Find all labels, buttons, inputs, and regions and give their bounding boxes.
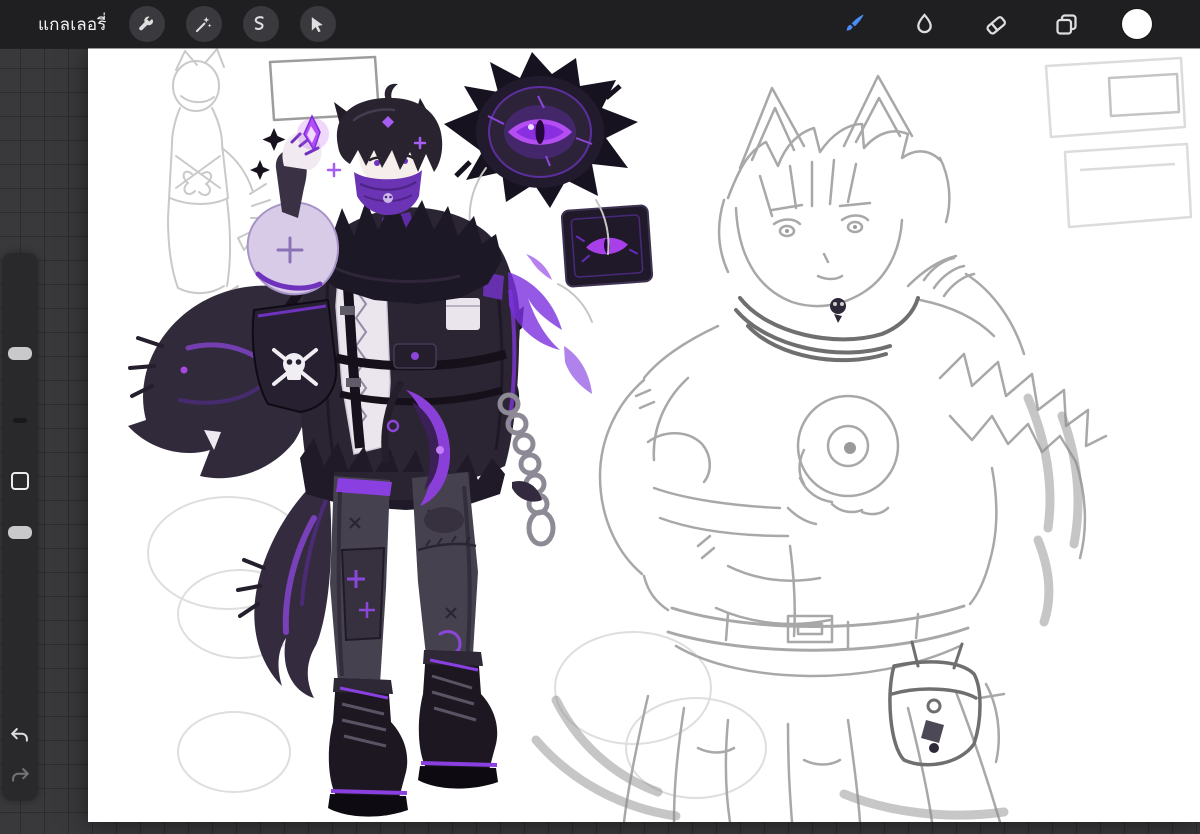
smudge-tool-button[interactable] [909, 9, 939, 39]
layers-button[interactable] [1051, 9, 1081, 39]
canvas-artwork [128, 48, 1193, 822]
procreate-app: แกลเลอรี่ [0, 0, 1200, 834]
paint-tool-button[interactable] [838, 9, 868, 39]
redo-button[interactable] [9, 765, 31, 787]
cursor-arrow-icon [311, 16, 323, 32]
magic-wand-icon [196, 16, 212, 32]
erase-tool-button[interactable] [980, 9, 1010, 39]
adjustments-button[interactable] [185, 6, 222, 42]
selection-s-icon [254, 15, 264, 30]
demon-eye-emblem [444, 52, 638, 208]
transform-button[interactable] [299, 6, 336, 42]
slider-dash [13, 418, 27, 423]
sketch-dark-details [830, 298, 944, 753]
brush-size-slider[interactable] [8, 347, 32, 360]
redo-arrow-icon [12, 768, 29, 782]
workspace-background [0, 0, 1200, 834]
undo-arrow-icon [11, 728, 28, 742]
layers-icon [1055, 13, 1077, 35]
side-toolbar [2, 253, 38, 801]
left-tool-group [128, 6, 336, 42]
canvas[interactable] [88, 48, 1200, 822]
rough-sketch-bold-lines [734, 296, 982, 767]
modify-button[interactable] [11, 472, 29, 490]
demon-eye-patch [560, 204, 654, 288]
selection-button[interactable] [242, 6, 279, 42]
opacity-slider[interactable] [8, 526, 32, 539]
chain [497, 392, 556, 547]
gallery-button[interactable]: แกลเลอรี่ [38, 11, 107, 38]
top-toolbar: แกลเลอรี่ [0, 0, 1200, 48]
color-swatch[interactable] [1122, 9, 1152, 39]
eraser-icon [985, 15, 1006, 35]
actions-button[interactable] [128, 6, 165, 42]
right-tool-group [838, 9, 1152, 39]
sketch-panels-top-right [1044, 56, 1193, 229]
smudge-finger-icon [916, 12, 932, 33]
rough-sketch-figure [598, 74, 1108, 822]
undo-button[interactable] [9, 725, 31, 747]
paintbrush-icon [846, 14, 864, 31]
wrench-icon [139, 16, 154, 30]
main-character [128, 83, 592, 817]
